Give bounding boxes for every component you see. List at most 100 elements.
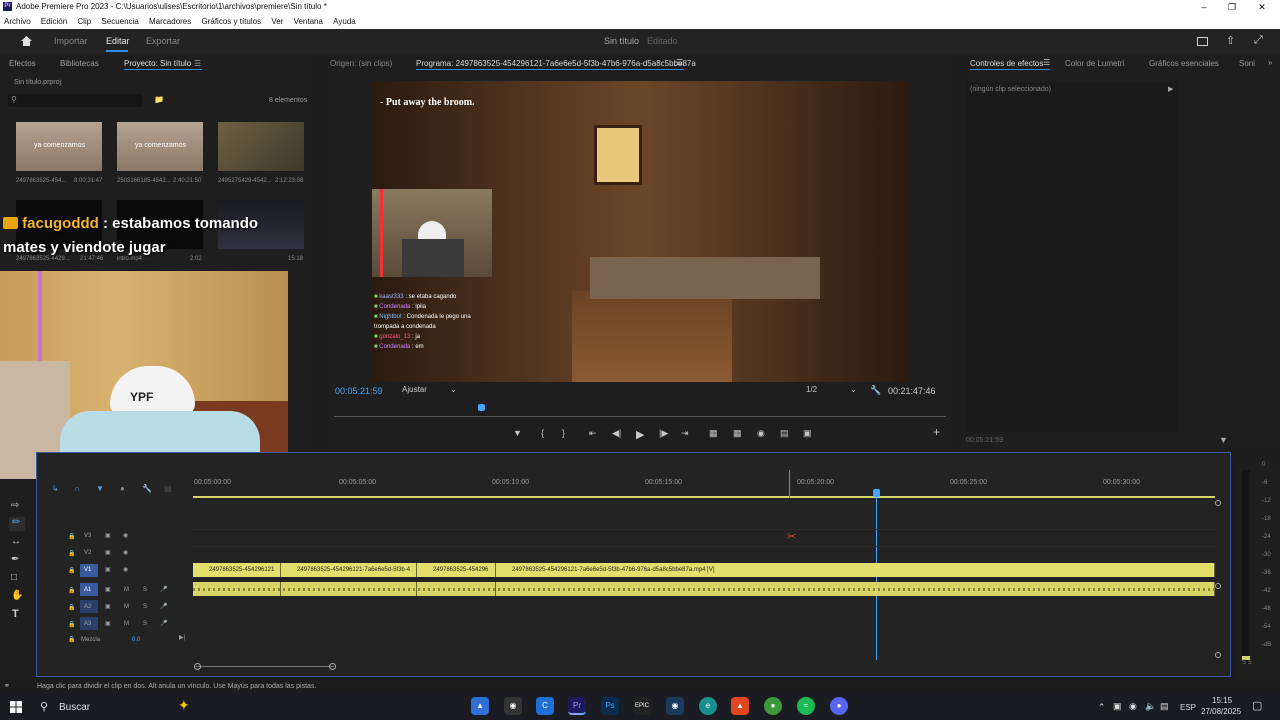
track-label-a2[interactable]: A2 [84,604,91,610]
menu-secuencia[interactable]: Secuencia [97,14,142,29]
filter-icon[interactable]: ▼ [1219,435,1228,445]
video-clip[interactable]: 2497863525-454296121-7a6e6e5d-5f3b-4 [281,563,417,577]
tray-chevron-icon[interactable]: ⌃ [1098,702,1106,713]
toggle-sync-icon[interactable]: ▣ [105,586,111,593]
tab-controles-efectos[interactable]: Controles de efectos [970,59,1043,68]
windows-start-icon[interactable] [10,701,22,713]
track-label-v2[interactable]: V2 [84,550,91,556]
mute-icon[interactable]: M [124,587,129,593]
media-thumbnail[interactable]: ya comenzamos [117,122,203,171]
expand-icon[interactable]: ▶ [1168,85,1173,93]
mix-value[interactable]: 0,0 [132,637,140,643]
zoom-handle-right[interactable] [329,663,336,670]
lock-icon[interactable]: 🔒 [68,604,75,611]
media-thumbnail[interactable]: ya comenzamos [16,122,102,171]
toggle-sync-icon[interactable]: ▣ [105,532,111,539]
minimize-icon[interactable]: – [1192,0,1216,14]
obs-icon[interactable]: ◉ [504,697,522,715]
menu-clip[interactable]: Clip [73,14,95,29]
toggle-sync-icon[interactable]: ▣ [105,620,111,627]
extract-icon[interactable]: ▦ [733,428,742,439]
menu-ventana[interactable]: Ventana [290,14,327,29]
play-icon[interactable]: ▶ [636,428,644,441]
program-playhead[interactable] [478,404,485,411]
edge-icon[interactable]: e [699,697,717,715]
track-label-a1[interactable]: A1 [84,587,91,593]
track-select-tool-icon[interactable]: ⇨ [11,500,19,511]
mute-icon[interactable]: M [124,621,129,627]
go-to-out-icon[interactable]: ⇥ [681,428,689,439]
clock-time[interactable]: 15:15 [1212,696,1232,705]
tray-app-icon[interactable]: ▣ [1113,701,1122,712]
go-to-in-icon[interactable]: ⇤ [589,428,597,439]
resolution-dropdown[interactable]: 1/2 ⌄ [806,385,860,397]
add-marker-icon[interactable]: ▼ [513,428,522,438]
media-thumbnail[interactable] [218,122,304,171]
snap-icon[interactable]: ↳ [52,484,59,493]
comparison-view-icon[interactable]: ▤ [780,428,789,439]
steam-icon[interactable]: ◉ [666,697,684,715]
razor-tool-icon[interactable]: ✏ [9,517,25,531]
lock-icon[interactable]: 🔒 [68,621,75,628]
rectangle-tool-icon[interactable]: □ [11,572,17,583]
add-marker-icon[interactable]: ▼ [96,484,104,493]
vertical-scroll-handle[interactable] [1215,500,1221,506]
vertical-scroll-handle[interactable] [1215,652,1221,658]
home-icon[interactable] [20,35,33,47]
horizontal-zoom-scrollbar[interactable] [196,666,334,667]
program-monitor-tab[interactable]: Programa: 2497863525-454296121-7a6e6e5d-… [416,59,696,68]
close-icon[interactable]: ✕ [1250,0,1274,14]
step-back-icon[interactable]: ◀| [612,428,621,439]
video-clip[interactable]: 2497863525-454296121 [193,563,281,577]
lock-icon[interactable]: 🔒 [68,587,75,594]
photoshop-icon[interactable]: Ps [601,697,619,715]
source-monitor-tab[interactable]: Origen: (sin clips) [330,59,392,68]
tab-editar[interactable]: Editar [106,36,130,46]
project-search-input[interactable]: ⚲ [8,94,142,107]
share-icon[interactable]: ⇧ [1226,34,1235,47]
overflow-icon[interactable]: » [1268,58,1272,67]
type-tool-icon[interactable]: T [12,608,19,620]
microphone-icon[interactable]: 🎤 [160,620,167,627]
video-clip[interactable]: 2497863525-454296121-7a6e6e5d-5f3b-47b6-… [496,563,1215,577]
solo-icon[interactable]: S [143,604,147,610]
pen-tool-icon[interactable]: ✒ [11,554,19,565]
video-clip[interactable]: 2497863525-454296 [417,563,496,577]
eye-icon[interactable]: ◉ [123,566,128,573]
microphone-icon[interactable]: 🎤 [160,603,167,610]
sparkle-icon[interactable]: ✦ [178,697,190,714]
wrench-icon[interactable]: 🔧 [870,385,881,396]
tab-efectos[interactable]: Efectos [9,59,36,68]
solo-icon[interactable]: S [143,621,147,627]
microphone-icon[interactable]: 🎤 [160,586,167,593]
step-forward-icon[interactable]: |▶ [659,428,668,439]
eye-icon[interactable]: ◉ [123,549,128,556]
menu-edicion[interactable]: Edición [37,14,71,29]
lock-icon[interactable]: 🔒 [68,567,75,574]
linked-selection-icon[interactable]: ∩ [74,484,80,493]
zoom-handle-left[interactable] [194,663,201,670]
tab-sonido[interactable]: Soni [1239,59,1255,68]
quick-export-icon[interactable] [1197,37,1208,46]
fullscreen-icon[interactable]: ⤢ [1254,34,1263,47]
menu-ayuda[interactable]: Ayuda [329,14,360,29]
overlay-icon[interactable]: ▣ [803,428,812,439]
premiere-taskbar-icon[interactable]: Pr [568,697,586,715]
lock-icon[interactable]: 🔒 [68,636,75,643]
menu-archivo[interactable]: Archivo [0,14,35,29]
menu-graficos[interactable]: Gráficos y títulos [198,14,266,29]
program-scrub-bar[interactable] [334,416,946,417]
captions-icon[interactable]: ▤ [164,484,172,493]
tab-importar[interactable]: Importar [54,36,88,46]
mark-in-icon[interactable]: { [541,428,544,438]
spotify-icon[interactable]: ≈ [797,697,815,715]
tab-graficos-esenciales[interactable]: Gráficos esenciales [1149,59,1219,68]
eye-icon[interactable]: ◉ [123,532,128,539]
taskbar-search[interactable]: Buscar [59,702,90,713]
tab-bibliotecas[interactable]: Bibliotecas [60,59,99,68]
new-bin-icon[interactable]: 📁 [154,95,164,104]
menu-ver[interactable]: Ver [267,14,287,29]
panel-menu-icon[interactable]: ☰ [1043,58,1050,67]
lock-icon[interactable]: 🔒 [68,550,75,557]
tab-exportar[interactable]: Exportar [146,36,180,46]
